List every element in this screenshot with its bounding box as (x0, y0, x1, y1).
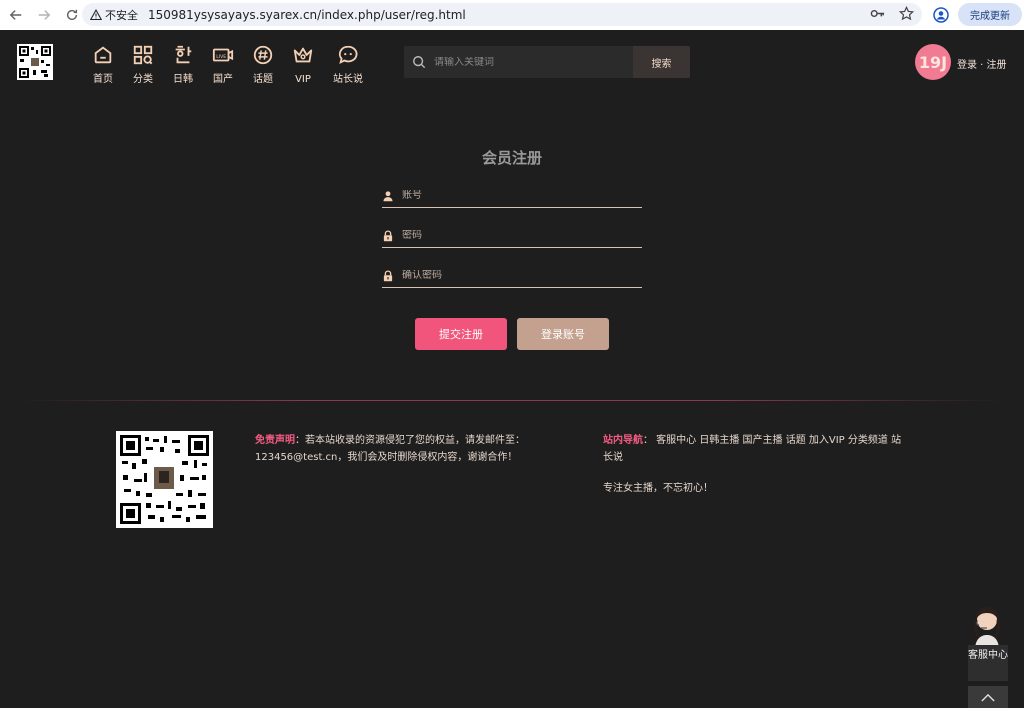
nav-home[interactable]: 首页 (85, 44, 121, 86)
security-label: 不安全 (105, 8, 138, 22)
crown-icon (293, 47, 313, 63)
nav-domestic-label: 国产 (213, 74, 233, 85)
category-icon (133, 45, 153, 65)
customer-service-button[interactable]: 客服中心 (968, 645, 1008, 681)
reload-icon[interactable] (60, 3, 84, 27)
auth-links[interactable]: 登录 · 注册 (957, 56, 1007, 71)
nav-category[interactable]: 分类 (125, 44, 161, 86)
site-navigation: 站内导航： 客服中心 日韩主播 国产主播 话题 加入VIP 分类频道 站长说 (603, 432, 908, 466)
page-title: 会员注册 (481, 149, 542, 167)
search-input[interactable] (434, 56, 624, 68)
disclaimer-text: ：若本站收录的资源侵犯了您的权益，请发邮件至：123456@test.cn，我们… (255, 435, 525, 463)
forward-icon[interactable] (32, 3, 56, 27)
scroll-top-button[interactable] (968, 686, 1008, 708)
site-logo[interactable]: 19J (915, 44, 951, 80)
chevron-up-icon (981, 693, 995, 701)
lock-icon (383, 270, 393, 281)
site-header: 首页 分类 日韩 LIVE 国产 话题 VIP 站长说 搜索 19J 登录 · … (0, 30, 1024, 94)
confirm-password-field (382, 264, 642, 288)
password-input[interactable] (402, 230, 632, 241)
account-field (382, 184, 642, 208)
update-button[interactable]: 完成更新 (958, 3, 1022, 26)
warning-icon (90, 8, 102, 20)
url-text: 150981ysysayays.syarex.cn/index.php/user… (148, 7, 466, 22)
search-icon (413, 56, 426, 69)
password-field (382, 224, 642, 248)
site-nav-links[interactable]: ： 客服中心 日韩主播 国产主播 话题 加入VIP 分类频道 站长说 (603, 435, 901, 463)
slogan: 专注女主播，不忘初心！ (603, 483, 713, 494)
confirm-password-input[interactable] (402, 270, 632, 281)
qr-code-icon (17, 44, 53, 80)
nav-topics[interactable]: 话题 (245, 44, 281, 86)
browser-toolbar: 不安全 150981ysysayays.syarex.cn/index.php/… (0, 0, 1024, 30)
bookmark-star-icon[interactable] (899, 6, 914, 21)
svg-text:LIVE: LIVE (216, 54, 226, 60)
hangul-icon (175, 45, 192, 64)
account-input[interactable] (402, 190, 632, 201)
lock-icon (383, 230, 393, 241)
profile-icon[interactable] (933, 7, 949, 23)
nav-home-label: 首页 (93, 74, 113, 85)
search-box (404, 46, 634, 78)
key-icon[interactable] (870, 6, 885, 21)
disclaimer-label: 免责声明 (255, 435, 295, 446)
hashtag-icon (253, 45, 273, 65)
nav-admin-says[interactable]: 站长说 (330, 44, 366, 86)
address-bar[interactable]: 不安全 150981ysysayays.syarex.cn/index.php/… (82, 3, 922, 26)
chat-icon (338, 45, 358, 65)
section-divider (20, 400, 1004, 401)
nav-topics-label: 话题 (253, 74, 273, 85)
home-icon (94, 46, 112, 64)
disclaimer: 免责声明：若本站收录的资源侵犯了您的权益，请发邮件至：123456@test.c… (255, 432, 560, 466)
login-account-button[interactable]: 登录账号 (517, 318, 609, 350)
nav-domestic[interactable]: LIVE 国产 (205, 44, 241, 86)
submit-register-button[interactable]: 提交注册 (415, 318, 507, 350)
customer-service-avatar-icon[interactable] (965, 600, 1009, 650)
search-button[interactable]: 搜索 (633, 46, 690, 78)
site-nav-label: 站内导航 (603, 435, 643, 446)
back-icon[interactable] (4, 3, 28, 27)
qr-code (116, 431, 213, 528)
nav-japan-korea[interactable]: 日韩 (165, 44, 201, 86)
nav-vip-label: VIP (295, 74, 311, 85)
live-icon: LIVE (212, 48, 234, 62)
qr-code-icon (120, 435, 209, 524)
nav-category-label: 分类 (133, 74, 153, 85)
nav-japan-korea-label: 日韩 (173, 74, 193, 85)
security-indicator[interactable]: 不安全 (90, 7, 138, 23)
nav-vip[interactable]: VIP (285, 44, 321, 86)
user-icon (383, 190, 393, 201)
nav-admin-says-label: 站长说 (333, 74, 363, 85)
